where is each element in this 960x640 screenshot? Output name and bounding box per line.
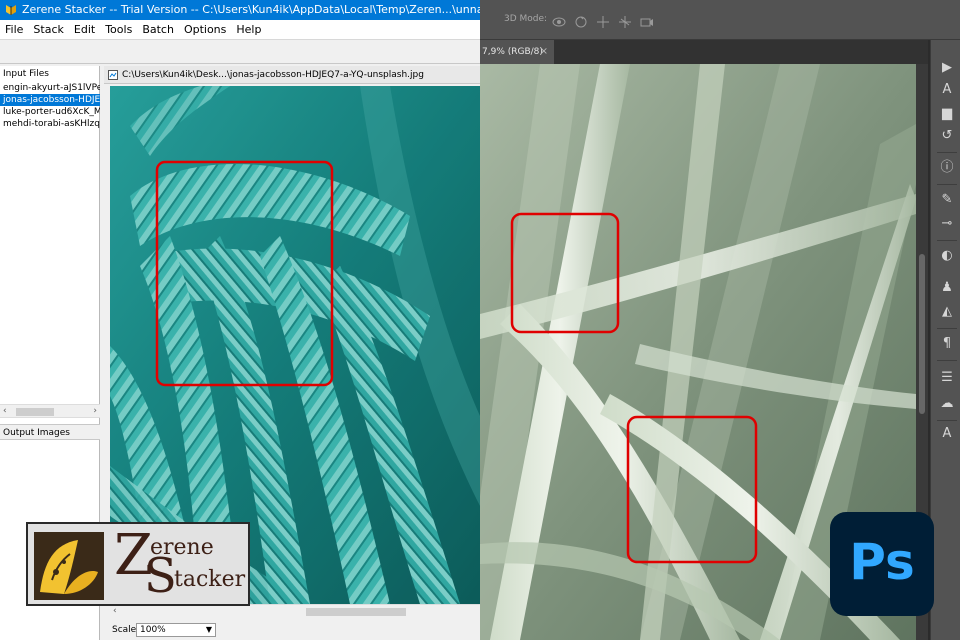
ps-document-tabs: 7,9% (RGB/8) × [480,40,928,64]
scroll-left-arrow-icon[interactable]: ‹ [3,406,7,416]
toolbar [0,40,480,64]
3d-mode-label: 3D Mode: [504,14,548,24]
play-icon[interactable]: ▶ [939,60,955,76]
panel-separator [937,360,957,361]
adjustments-icon[interactable]: ⊸ [939,216,955,232]
menu-help[interactable]: Help [231,20,266,40]
color-icon[interactable]: ◐ [939,248,955,264]
scroll-right-arrow-icon[interactable]: › [93,406,97,416]
photoshop-window: 3D Mode: 7,9% (RGB/8) × ▶ A ▆ ↺ ⓘ ✎ ⊸ ◐ … [480,0,960,640]
screen: Zerene Stacker -- Trial Version -- C:\Us… [0,0,960,640]
orbit-3d-icon[interactable] [552,16,566,28]
photoshop-logo: Ps [830,512,934,616]
zerene-window: Zerene Stacker -- Trial Version -- C:\Us… [0,0,480,640]
panel-separator [937,184,957,185]
butterfly-icon [34,532,104,600]
output-images-label: Output Images [0,424,100,440]
scale-select[interactable]: 100% ▼ [136,623,216,637]
scale-value: 100% [140,625,166,635]
scale-label: Scale [112,625,137,635]
ps-options-bar: 3D Mode: [480,0,960,40]
menu-options[interactable]: Options [179,20,231,40]
slide-3d-icon[interactable] [618,16,632,28]
close-icon[interactable]: × [540,40,548,64]
brush-settings-icon[interactable]: ✎ [939,192,955,208]
viewer-file-path: C:\Users\Kun4ik\Desk...\jonas-jacobsson-… [122,70,424,80]
chevron-down-icon[interactable]: ▼ [206,624,212,636]
photoshop-logo-text: Ps [849,533,915,591]
menu-bar: File Stack Edit Tools Batch Options Help [0,20,480,40]
panel-separator [937,420,957,421]
menu-edit[interactable]: Edit [69,20,100,40]
scroll-thumb[interactable] [919,254,925,414]
menu-stack[interactable]: Stack [28,20,68,40]
history-icon[interactable]: ↺ [939,128,955,144]
input-file-item[interactable]: luke-porter-ud6XcK_MUG [0,106,100,118]
viewer-hscrollbar[interactable]: ‹ [110,604,480,618]
paragraph-icon[interactable]: ¶ [939,336,955,352]
panel-separator [937,152,957,153]
scroll-thumb[interactable] [16,408,54,416]
input-file-item-selected[interactable]: jonas-jacobsson-HDJEQ7- [0,94,100,106]
panel-separator [937,328,957,329]
window-title: Zerene Stacker -- Trial Version -- C:\Us… [22,3,480,16]
menu-file[interactable]: File [0,20,28,40]
pan-3d-icon[interactable] [596,16,610,28]
camera-3d-icon[interactable] [640,16,654,28]
roll-3d-icon[interactable] [574,16,588,28]
ps-panel-dock: ▶ A ▆ ↺ ⓘ ✎ ⊸ ◐ ♟ ◭ ¶ ☰ ☁ A [930,40,960,640]
character-icon[interactable]: A [939,82,955,98]
input-file-item[interactable]: mehdi-torabi-asKHlzqo4t0 [0,118,100,130]
glyphs-icon[interactable]: A [939,426,955,442]
zerene-titlebar[interactable]: Zerene Stacker -- Trial Version -- C:\Us… [0,0,480,20]
input-file-list: engin-akyurt-aJS1lVPeGus jonas-jacobsson… [0,82,100,130]
layer-comps-icon[interactable]: ☁ [939,396,955,412]
zerene-stacker-logo: Z erene S tacker [26,522,250,606]
scroll-thumb[interactable] [306,608,406,616]
input-files-label: Input Files [3,69,49,79]
viewer-titlebar: C:\Users\Kun4ik\Desk...\jonas-jacobsson-… [104,66,480,84]
info-icon[interactable]: ⓘ [939,160,955,176]
scroll-left-arrow-icon[interactable]: ‹ [113,606,117,616]
properties-icon[interactable]: ☰ [939,370,955,386]
clone-source-icon[interactable]: ♟ [939,280,955,296]
swatches-icon[interactable]: ◭ [939,304,955,320]
menu-tools[interactable]: Tools [100,20,137,40]
zerene-stacker-logo-text: Z erene S tacker [114,523,246,604]
scale-bar: Scale 100% ▼ [110,620,480,640]
image-window-icon [108,70,118,80]
document-tab[interactable]: 7,9% (RGB/8) × [480,40,554,64]
menu-batch[interactable]: Batch [137,20,179,40]
brush-preset-icon[interactable]: ▆ [939,106,955,122]
panel-separator [937,240,957,241]
zerene-app-icon [6,5,16,15]
file-list-hscrollbar[interactable]: ‹ › [0,404,100,418]
document-tab-title: 7,9% (RGB/8) [482,47,543,57]
input-file-item[interactable]: engin-akyurt-aJS1lVPeGus [0,82,100,94]
